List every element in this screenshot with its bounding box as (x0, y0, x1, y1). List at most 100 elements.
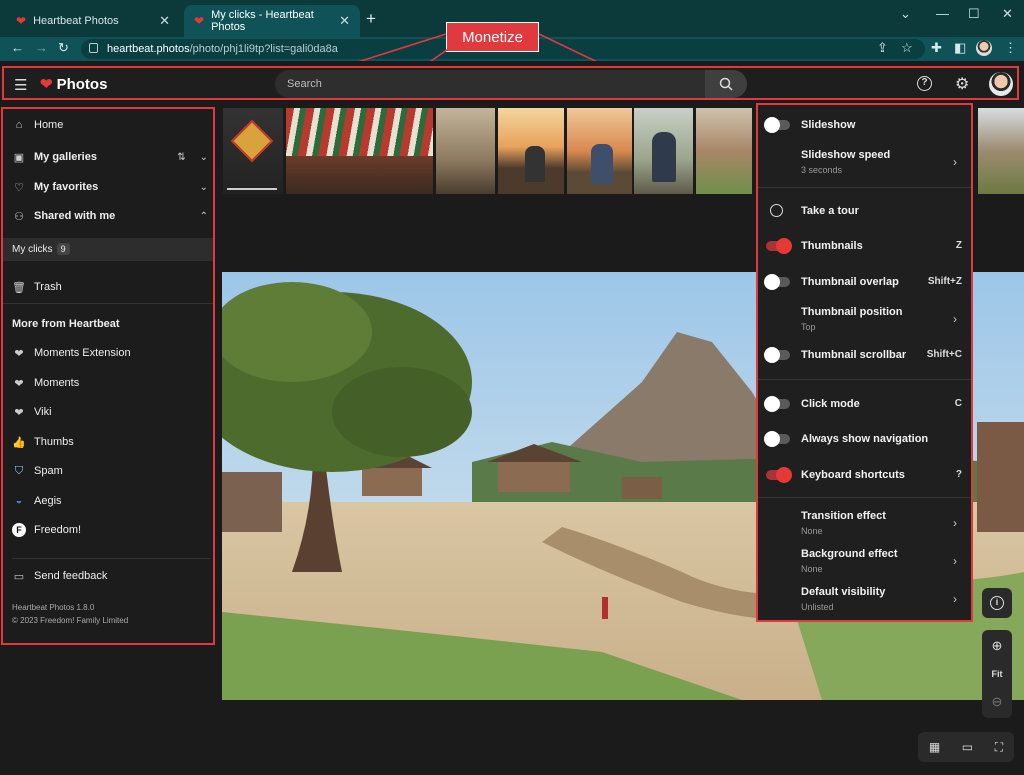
sidebar-item-label: Spam (34, 465, 63, 477)
slideshow-speed-label[interactable]: Slideshow speed (801, 149, 890, 161)
thumbnails-shortcut: Z (955, 240, 962, 251)
keyboard-shortcuts-shortcut: ? (955, 469, 962, 480)
thumbnail[interactable] (498, 108, 564, 194)
sort-icon[interactable]: ⇅ (177, 152, 185, 163)
slideshow-toggle[interactable] (764, 117, 790, 133)
sidebar-item-label: My favorites (34, 181, 99, 193)
logo-text: Photos (56, 75, 108, 93)
sidebar-item-viki[interactable]: ❤ Viki (12, 402, 51, 422)
click-mode-shortcut: C (954, 398, 962, 409)
thumbnails-label: Thumbnails (801, 240, 863, 252)
click-mode-toggle[interactable] (764, 396, 790, 412)
transition-effect-label[interactable]: Transition effect (801, 510, 886, 522)
feedback-icon: ▭ (13, 570, 25, 583)
thumbnail[interactable] (696, 108, 752, 194)
divider (3, 303, 213, 304)
chevron-down-icon[interactable]: ⌄ (200, 152, 208, 163)
thumbnail-overlap-shortcut: Shift+Z (927, 276, 962, 287)
gallery-icon: ▣ (13, 151, 25, 164)
sidebar-item-trash[interactable]: 🗑 Trash (12, 277, 62, 297)
default-visibility-label[interactable]: Default visibility (801, 586, 885, 598)
search-button[interactable] (705, 70, 747, 98)
hamburger-menu-icon[interactable]: ☰ (14, 76, 27, 94)
sidebar-item-thumbs[interactable]: 👍 Thumbs (12, 432, 74, 452)
chevron-right-icon[interactable]: › (953, 312, 957, 326)
sidebar-item-home[interactable]: ⌂ Home (12, 115, 64, 135)
zoom-controls: ⊕ Fit ⊖ (982, 630, 1012, 718)
image-view-icon[interactable]: ▭ (962, 740, 973, 754)
thumbnail[interactable] (567, 108, 632, 194)
home-icon: ⌂ (15, 119, 23, 131)
thumbnail-scrollbar-label: Thumbnail scrollbar (801, 349, 907, 361)
always-show-navigation-toggle[interactable] (764, 431, 790, 447)
sidebar-item-label: Freedom! (34, 524, 82, 536)
aegis-icon: ◒ (15, 495, 23, 507)
settings-panel (756, 103, 973, 622)
grid-view-icon[interactable]: ▦ (929, 740, 940, 754)
sidebar-item-label: My clicks (12, 244, 53, 255)
divider (758, 379, 971, 380)
sidebar-item-my-clicks[interactable]: My clicks 9 (3, 238, 213, 261)
help-icon[interactable]: ? (917, 76, 932, 91)
thumbnail[interactable] (978, 108, 1024, 194)
thumbnail[interactable] (436, 108, 495, 194)
heart-icon: ❤ (14, 347, 24, 360)
sidebar-item-spam[interactable]: ⛉ Spam (12, 461, 63, 481)
sidebar-item-moments[interactable]: ❤ Moments (12, 373, 79, 393)
chevron-right-icon[interactable]: › (953, 155, 957, 169)
sidebar-item-label: Thumbs (34, 436, 74, 448)
heart-outline-icon: ♡ (14, 181, 24, 194)
slideshow-label: Slideshow (801, 119, 856, 131)
sidebar-item-label: Moments (34, 377, 80, 389)
background-effect-label[interactable]: Background effect (801, 548, 898, 560)
user-avatar[interactable] (989, 72, 1013, 96)
thumbnail[interactable] (223, 108, 283, 194)
sidebar-item-aegis[interactable]: ◒ Aegis (12, 491, 62, 511)
heart-icon: ❤ (40, 76, 53, 93)
sidebar-item-label: Shared with me (34, 210, 116, 222)
thumbnail[interactable] (286, 108, 433, 194)
thumbnail-overlap-toggle[interactable] (764, 274, 790, 290)
keyboard-shortcuts-toggle[interactable] (766, 467, 792, 483)
send-feedback-link[interactable]: ▭ Send feedback (12, 566, 108, 586)
thumbnail[interactable] (634, 108, 693, 194)
thumbnail-position-label[interactable]: Thumbnail position (801, 306, 902, 318)
search-icon (719, 77, 733, 91)
chevron-right-icon[interactable]: › (953, 554, 957, 568)
sidebar-item-my-galleries[interactable]: ▣ My galleries ⇅ ⌄ (12, 147, 208, 167)
spam-icon: ⛉ (14, 464, 24, 477)
sidebar-item-moments-extension[interactable]: ❤ Moments Extension (12, 343, 130, 363)
compass-icon (770, 204, 783, 217)
divider (12, 558, 210, 559)
zoom-out-icon[interactable]: ⊖ (992, 694, 1003, 710)
app-logo[interactable]: ❤ Photos (40, 75, 108, 94)
sidebar-item-shared-with-me[interactable]: ⚇ Shared with me ⌃ (12, 206, 208, 226)
heart-icon: ❤ (14, 406, 24, 419)
chevron-right-icon[interactable]: › (953, 516, 957, 530)
keyboard-shortcuts-label: Keyboard shortcuts (801, 469, 905, 481)
sidebar-item-freedom[interactable]: F Freedom! (12, 520, 81, 540)
gear-icon[interactable]: ⚙ (955, 74, 969, 94)
copyright-text: © 2023 Freedom! Family Limited (12, 616, 129, 625)
thumbnail-position-value: Top (801, 322, 816, 332)
take-a-tour-button[interactable]: Take a tour (801, 205, 859, 217)
chevron-down-icon[interactable]: ⌄ (200, 182, 208, 193)
background-effect-value: None (801, 564, 823, 574)
chevron-up-icon[interactable]: ⌃ (200, 211, 208, 222)
zoom-in-icon[interactable]: ⊕ (992, 638, 1003, 654)
divider (758, 497, 971, 498)
thumbnail-scrollbar-toggle[interactable] (764, 347, 790, 363)
always-show-navigation-label: Always show navigation (801, 433, 929, 445)
fullscreen-icon[interactable]: ⛶ (995, 740, 1003, 755)
sidebar-item-label: Aegis (34, 495, 62, 507)
info-button[interactable]: i (982, 588, 1012, 618)
sidebar-item-my-favorites[interactable]: ♡ My favorites ⌄ (12, 177, 208, 197)
fit-button[interactable]: Fit (992, 669, 1003, 679)
thumbnails-toggle[interactable] (766, 238, 792, 254)
click-mode-label: Click mode (801, 398, 860, 410)
sidebar-item-label: Trash (34, 281, 62, 293)
search-input[interactable]: Search (275, 70, 747, 98)
freedom-icon: F (12, 523, 26, 537)
thumb-icon: 👍 (12, 436, 26, 449)
chevron-right-icon[interactable]: › (953, 592, 957, 606)
